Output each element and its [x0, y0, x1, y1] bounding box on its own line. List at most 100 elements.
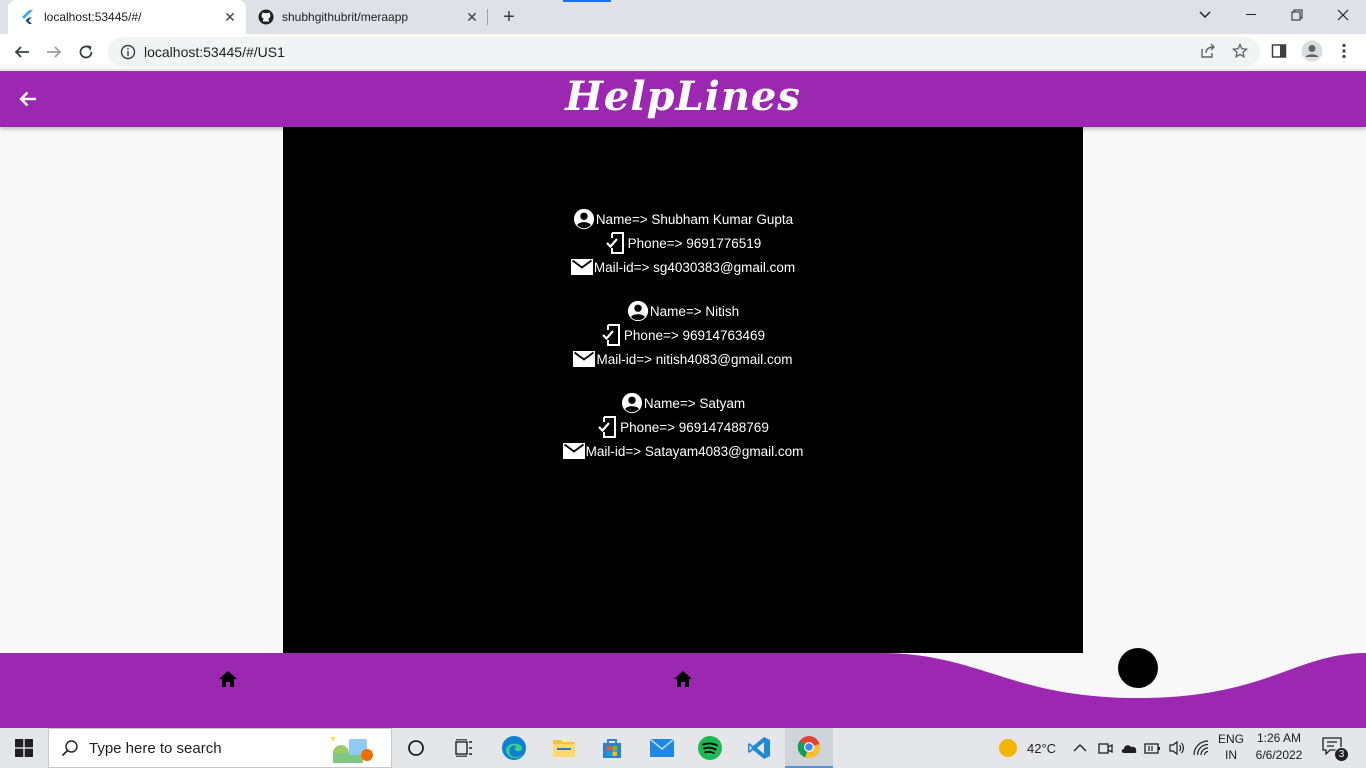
chrome-button[interactable] — [785, 728, 833, 768]
contact-name: Name=> Satyam — [643, 395, 746, 411]
info-icon[interactable] — [120, 44, 136, 60]
chrome-icon — [797, 736, 820, 759]
tray-meet-button[interactable] — [1097, 728, 1113, 768]
arrow-right-icon — [47, 46, 62, 58]
nav-selected-button[interactable] — [1118, 648, 1158, 688]
github-icon — [258, 9, 274, 25]
share-button[interactable] — [1196, 39, 1220, 63]
contact-mail-row: Mail-id=> Satayam4083@gmail.com — [283, 439, 1083, 463]
wifi-icon — [1193, 740, 1209, 756]
contact-phone-row: Phone=> 969147488769 — [283, 415, 1083, 439]
back-button[interactable] — [8, 38, 36, 66]
cortana-button[interactable] — [392, 728, 440, 768]
volume-button[interactable] — [1168, 728, 1186, 768]
search-highlight-icon — [331, 737, 373, 763]
bookmark-button[interactable] — [1228, 39, 1252, 63]
account-circle-icon — [573, 208, 595, 230]
close-window-button[interactable] — [1320, 0, 1366, 30]
minimize-button[interactable] — [1228, 0, 1274, 30]
contact-phone[interactable]: Phone=> 9691776519 — [628, 236, 762, 251]
onedrive-button[interactable] — [1120, 728, 1138, 768]
contact-mail[interactable]: Mail-id=> nitish4083@gmail.com — [596, 352, 792, 367]
weather-widget[interactable]: 42°C — [997, 728, 1056, 768]
contact-phone-row: Phone=> 9691776519 — [283, 231, 1083, 255]
clock-date: 6/6/2022 — [1255, 748, 1303, 762]
account-circle-icon — [621, 392, 643, 414]
contact-card: Name=> Satyam Phone=> 969147488769 Mail-… — [283, 391, 1083, 463]
contact-name-row: Name=> Nitish — [283, 299, 1083, 323]
curved-bottom-navigation — [0, 648, 1366, 728]
contact-name-row: Name=> Satyam — [283, 391, 1083, 415]
share-icon — [1201, 43, 1215, 58]
phone-check-icon — [597, 416, 619, 438]
phone-check-icon — [601, 324, 623, 346]
account-circle-icon — [627, 300, 649, 322]
clock-time: 1:26 AM — [1256, 731, 1302, 745]
nav-home-button[interactable] — [216, 667, 240, 691]
contact-mail-row: Mail-id=> sg4030383@gmail.com — [283, 255, 1083, 279]
spotify-button[interactable] — [686, 728, 734, 768]
address-bar[interactable]: localhost:53445/#/US1 — [108, 37, 1260, 67]
mail-icon — [573, 348, 596, 370]
side-panel-button[interactable] — [1267, 39, 1291, 63]
contact-phone[interactable]: Phone=> 96914763469 — [624, 328, 765, 343]
contact-mail[interactable]: Mail-id=> sg4030383@gmail.com — [594, 260, 795, 275]
tab-title: localhost:53445/#/ — [44, 10, 142, 24]
battery-button[interactable] — [1144, 728, 1162, 768]
star-icon — [1232, 43, 1248, 59]
contact-name-row: Name=> Shubham Kumar Gupta — [283, 207, 1083, 231]
home-icon — [674, 671, 692, 687]
input-language-button[interactable]: ENG IN — [1216, 731, 1246, 763]
file-explorer-button[interactable] — [540, 728, 588, 768]
restore-button[interactable] — [1274, 0, 1320, 30]
volume-icon — [1169, 740, 1184, 756]
close-icon[interactable]: ✕ — [220, 7, 240, 27]
restore-icon — [1291, 9, 1303, 21]
tab-github[interactable]: shubhgithubrit/meraapp ✕ — [248, 0, 488, 34]
battery-plug-icon — [1144, 743, 1160, 754]
clock-button[interactable]: 1:26 AM 6/6/2022 — [1248, 730, 1310, 764]
new-tab-button[interactable]: + — [498, 6, 520, 28]
menu-button[interactable] — [1332, 39, 1356, 63]
contact-phone[interactable]: Phone=> 969147488769 — [620, 420, 769, 435]
close-icon — [1337, 9, 1349, 21]
nav-home-button[interactable] — [671, 667, 695, 691]
search-placeholder: Type here to search — [89, 739, 222, 757]
task-view-icon — [455, 739, 472, 757]
home-icon — [219, 671, 237, 687]
mail-app-button[interactable] — [638, 728, 686, 768]
contact-name: Name=> Nitish — [649, 303, 740, 319]
show-hidden-icons-button[interactable] — [1073, 728, 1087, 768]
reload-button[interactable] — [72, 38, 100, 66]
tab-title: shubhgithubrit/meraapp — [282, 10, 409, 24]
language-region: IN — [1225, 748, 1237, 762]
windows-logo-icon — [15, 739, 33, 757]
cortana-icon — [408, 740, 424, 756]
flutter-icon — [20, 9, 36, 25]
mail-icon — [570, 256, 593, 278]
sun-icon — [999, 739, 1017, 757]
task-view-button[interactable] — [440, 728, 488, 768]
mail-icon — [650, 739, 674, 757]
taskbar-search-box[interactable]: Type here to search — [48, 728, 392, 768]
vscode-icon — [748, 737, 770, 759]
forward-button[interactable] — [40, 38, 68, 66]
arrow-left-icon — [14, 46, 29, 58]
contact-mail[interactable]: Mail-id=> Satayam4083@gmail.com — [586, 444, 804, 459]
start-button[interactable] — [0, 728, 48, 768]
url-text: localhost:53445/#/US1 — [144, 44, 285, 60]
browser-toolbar: localhost:53445/#/US1 — [0, 34, 1366, 70]
edge-button[interactable] — [490, 728, 538, 768]
notification-center-button[interactable]: 3 — [1322, 737, 1349, 762]
store-button[interactable] — [588, 728, 636, 768]
profile-button[interactable] — [1300, 39, 1324, 63]
chevron-up-icon — [1073, 744, 1087, 752]
more-vert-icon — [1342, 43, 1346, 59]
close-icon[interactable]: ✕ — [462, 7, 482, 27]
tab-localhost[interactable]: localhost:53445/#/ ✕ — [8, 0, 246, 34]
camera-icon — [1098, 743, 1113, 754]
app-bar: HelpLines — [0, 71, 1366, 127]
tab-search-button[interactable] — [1182, 0, 1228, 30]
network-button[interactable] — [1193, 728, 1211, 768]
vscode-button[interactable] — [735, 728, 783, 768]
